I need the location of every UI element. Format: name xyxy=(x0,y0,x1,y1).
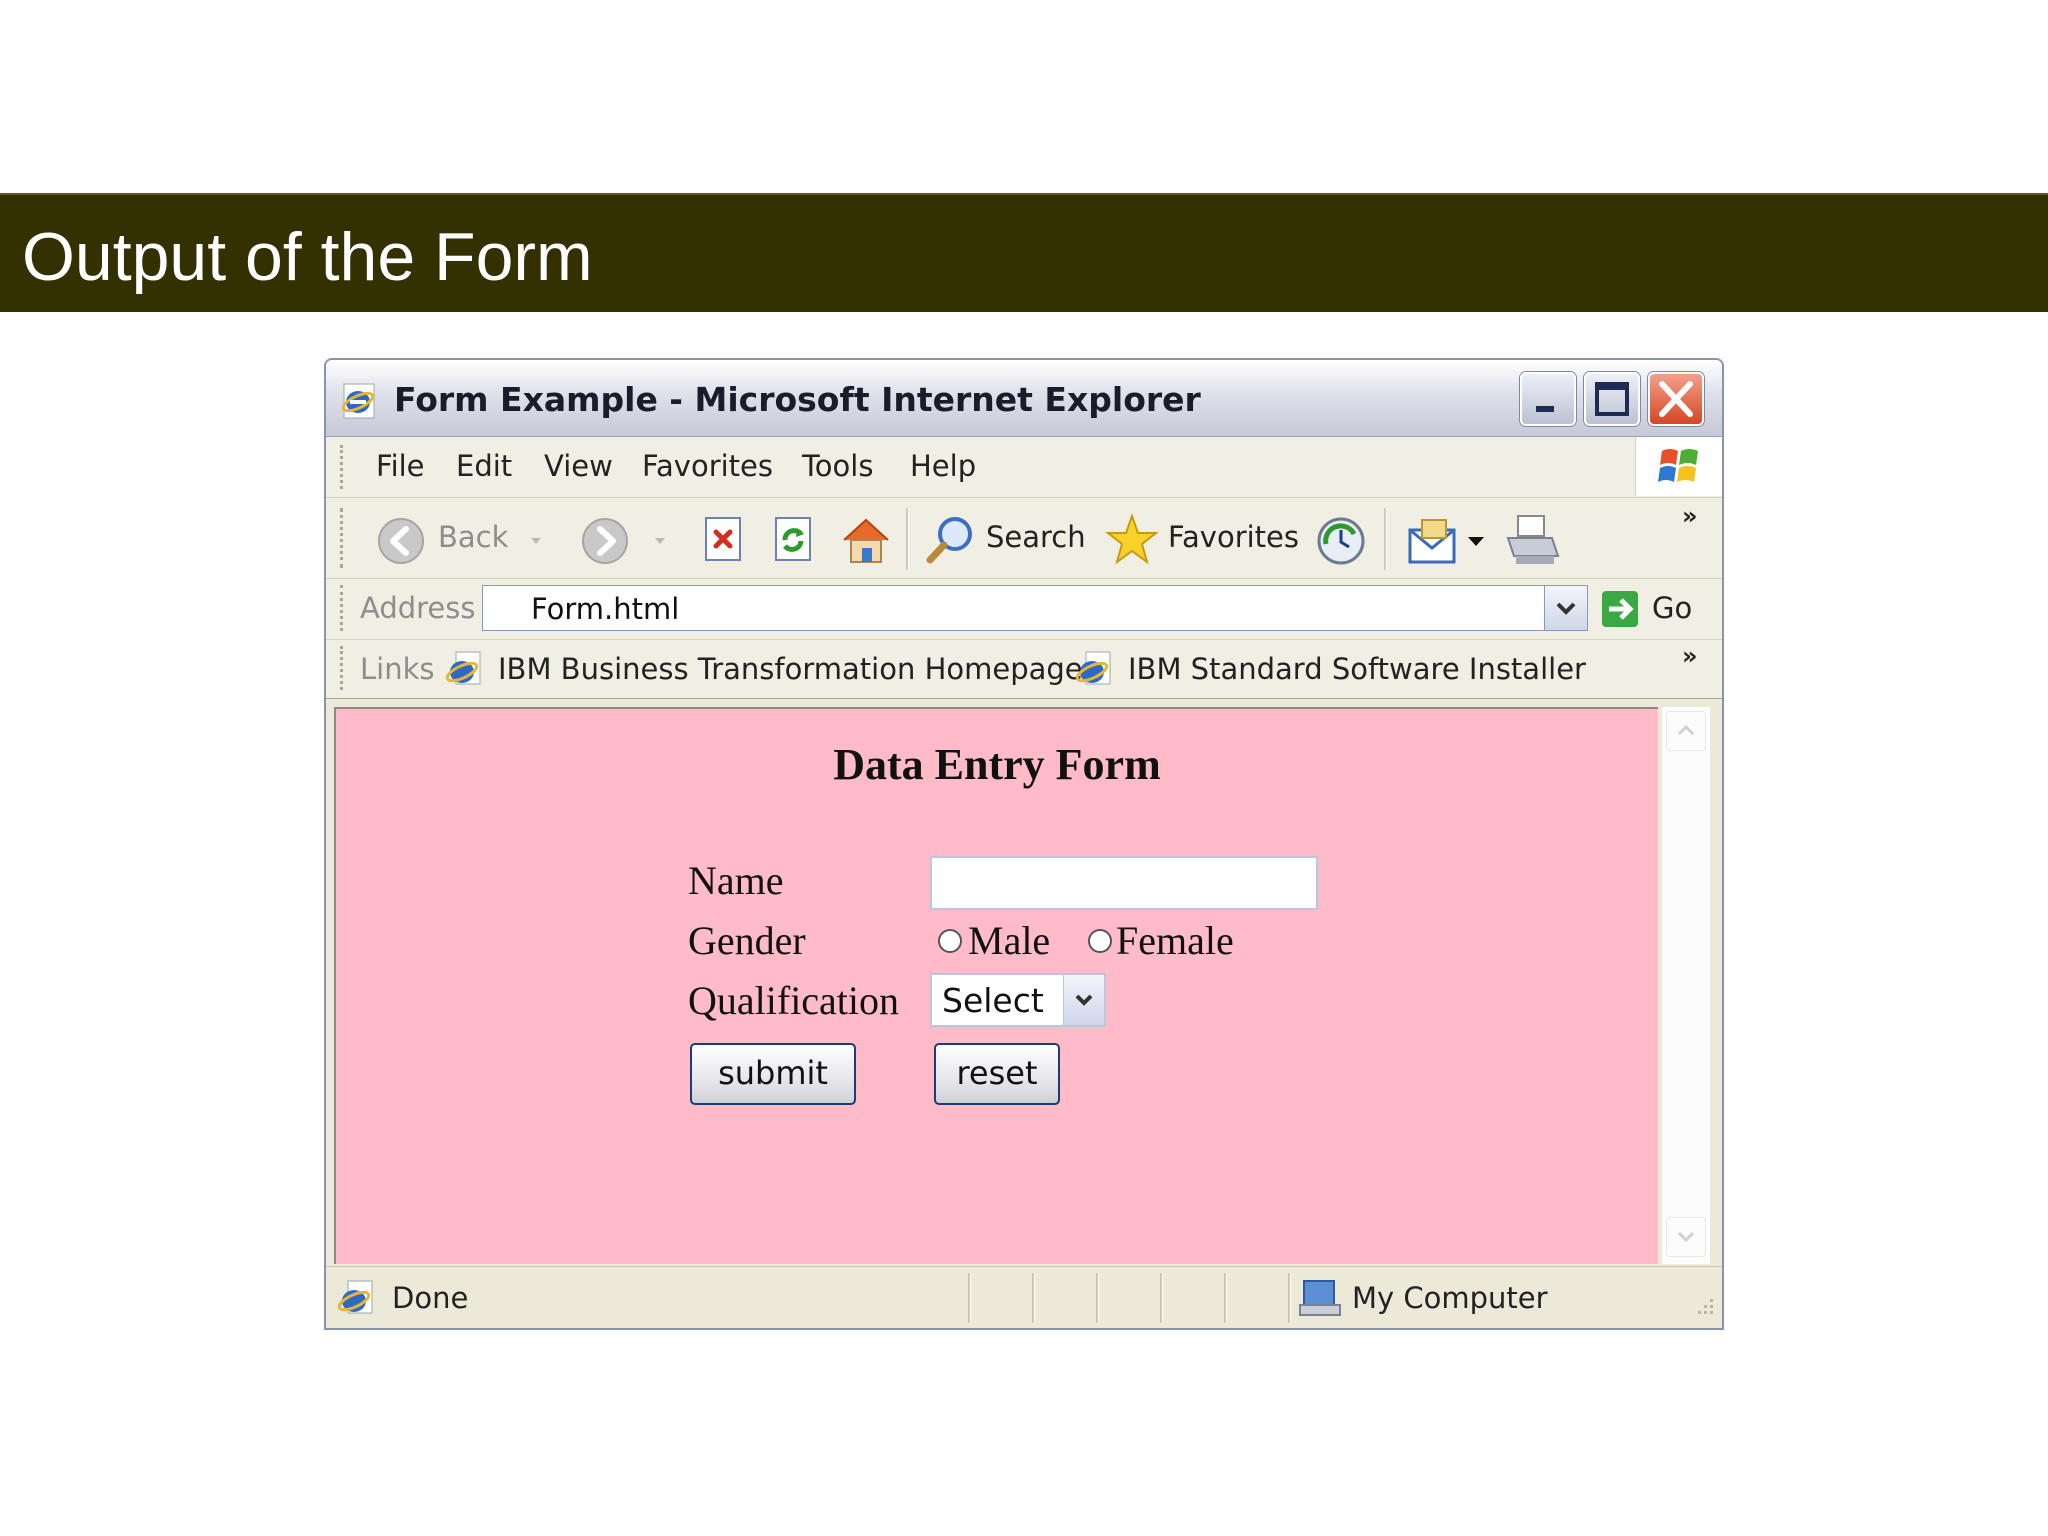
window-title: Form Example - Microsoft Internet Explor… xyxy=(394,380,1201,419)
search-button-label[interactable]: Search xyxy=(986,520,1086,554)
menu-bar: File Edit View Favorites Tools Help xyxy=(326,437,1722,498)
menu-edit[interactable]: Edit xyxy=(456,449,512,483)
status-pane-divider xyxy=(1096,1273,1099,1323)
links-label: Links xyxy=(360,652,435,686)
security-zone-label: My Computer xyxy=(1352,1281,1548,1315)
print-icon[interactable] xyxy=(1502,512,1562,570)
mail-icon[interactable] xyxy=(1406,512,1462,568)
qualification-dropdown-button[interactable] xyxy=(1063,975,1104,1025)
maximize-button[interactable] xyxy=(1584,372,1640,426)
go-button-label[interactable]: Go xyxy=(1652,591,1692,625)
close-button[interactable] xyxy=(1648,372,1704,426)
browser-window: Form Example - Microsoft Internet Explor… xyxy=(324,358,1724,1330)
ie-page-icon xyxy=(1075,651,1111,685)
menu-help[interactable]: Help xyxy=(910,449,976,483)
gender-female-label[interactable]: Female xyxy=(1116,917,1234,964)
slide-title: Output of the Form xyxy=(22,219,593,295)
status-pane-divider xyxy=(1288,1273,1291,1323)
windows-logo-area xyxy=(1635,437,1722,496)
toolbar-grip[interactable] xyxy=(340,508,347,568)
slide-title-banner: Output of the Form xyxy=(0,193,2048,312)
window-titlebar[interactable]: Form Example - Microsoft Internet Explor… xyxy=(326,360,1722,437)
address-input[interactable]: Form.html xyxy=(482,585,1588,631)
address-label: Address xyxy=(360,591,476,625)
reset-button[interactable]: reset xyxy=(934,1043,1060,1105)
toolbar-separator xyxy=(906,508,909,570)
status-pane-divider xyxy=(1160,1273,1163,1323)
history-icon[interactable] xyxy=(1314,514,1368,568)
link-ibm-business-transformation[interactable]: IBM Business Transformation Homepage xyxy=(498,652,1083,686)
ie-icon xyxy=(341,383,375,419)
linksbar-grip[interactable] xyxy=(340,646,347,690)
go-arrow-icon[interactable] xyxy=(1600,589,1640,629)
vertical-scrollbar[interactable] xyxy=(1662,707,1710,1264)
minimize-button[interactable] xyxy=(1520,372,1576,426)
my-computer-icon xyxy=(1299,1280,1341,1316)
chevron-up-icon xyxy=(1677,724,1695,736)
qualification-label: Qualification xyxy=(688,978,900,1023)
forward-dropdown-icon[interactable] xyxy=(654,536,666,546)
name-input[interactable] xyxy=(930,856,1318,910)
favorites-star-icon[interactable] xyxy=(1104,512,1160,568)
gender-male-label[interactable]: Male xyxy=(968,917,1050,964)
gender-label: Gender xyxy=(688,918,806,963)
resize-grip-icon[interactable] xyxy=(1690,1295,1716,1321)
address-dropdown-button[interactable] xyxy=(1544,586,1587,630)
name-label: Name xyxy=(688,858,784,903)
page-content: Data Entry Form Name Gender Male Female … xyxy=(334,707,1658,1264)
qualification-select[interactable]: Select xyxy=(930,973,1106,1027)
favorites-button-label[interactable]: Favorites xyxy=(1168,520,1299,554)
menu-file[interactable]: File xyxy=(376,449,425,483)
menubar-grip[interactable] xyxy=(340,445,347,489)
back-button-label[interactable]: Back xyxy=(438,520,508,554)
status-bar: Done My Computer xyxy=(326,1266,1722,1328)
search-icon[interactable] xyxy=(922,512,978,568)
menu-view[interactable]: View xyxy=(544,449,613,483)
ie-page-icon xyxy=(445,651,481,685)
links-bar: Links IBM Business Transformation Homepa… xyxy=(326,640,1722,699)
mail-dropdown-icon[interactable] xyxy=(1466,534,1486,548)
links-overflow-chevron[interactable]: » xyxy=(1682,642,1698,670)
qualification-selected-value[interactable]: Select xyxy=(942,981,1044,1020)
address-bar: Address Form.html Go xyxy=(326,579,1722,640)
back-dropdown-icon[interactable] xyxy=(530,536,542,546)
close-icon xyxy=(1659,381,1693,417)
standard-toolbar: Back Search Favorites » xyxy=(326,498,1722,579)
status-text: Done xyxy=(392,1281,469,1315)
menu-favorites[interactable]: Favorites xyxy=(642,449,773,483)
back-arrow-icon[interactable] xyxy=(376,516,426,566)
addressbar-grip[interactable] xyxy=(340,585,347,631)
gender-female-radio[interactable] xyxy=(1088,929,1112,953)
status-pane-divider xyxy=(968,1273,971,1323)
maximize-icon xyxy=(1595,382,1629,416)
forward-arrow-icon[interactable] xyxy=(580,516,630,566)
form-heading: Data Entry Form xyxy=(833,740,1161,789)
status-pane-divider xyxy=(1032,1273,1035,1323)
home-icon[interactable] xyxy=(838,512,894,568)
gender-male-radio[interactable] xyxy=(938,929,962,953)
chevron-down-icon xyxy=(1556,602,1576,615)
submit-button[interactable]: submit xyxy=(690,1043,856,1105)
refresh-icon[interactable] xyxy=(770,514,818,566)
toolbar-separator xyxy=(1384,508,1387,570)
toolbar-overflow-chevron[interactable]: » xyxy=(1682,502,1698,530)
windows-logo-icon xyxy=(1658,449,1698,482)
ie-page-icon xyxy=(337,1280,373,1314)
address-value[interactable]: Form.html xyxy=(531,592,679,626)
scroll-down-button[interactable] xyxy=(1666,1217,1706,1257)
chevron-down-icon xyxy=(1075,994,1093,1006)
link-ibm-software-installer[interactable]: IBM Standard Software Installer xyxy=(1128,652,1586,686)
menu-tools[interactable]: Tools xyxy=(802,449,873,483)
minimize-icon xyxy=(1536,406,1554,412)
scroll-up-button[interactable] xyxy=(1666,711,1706,751)
stop-icon[interactable] xyxy=(700,514,748,566)
chevron-down-icon xyxy=(1677,1231,1695,1243)
status-pane-divider xyxy=(1224,1273,1227,1323)
